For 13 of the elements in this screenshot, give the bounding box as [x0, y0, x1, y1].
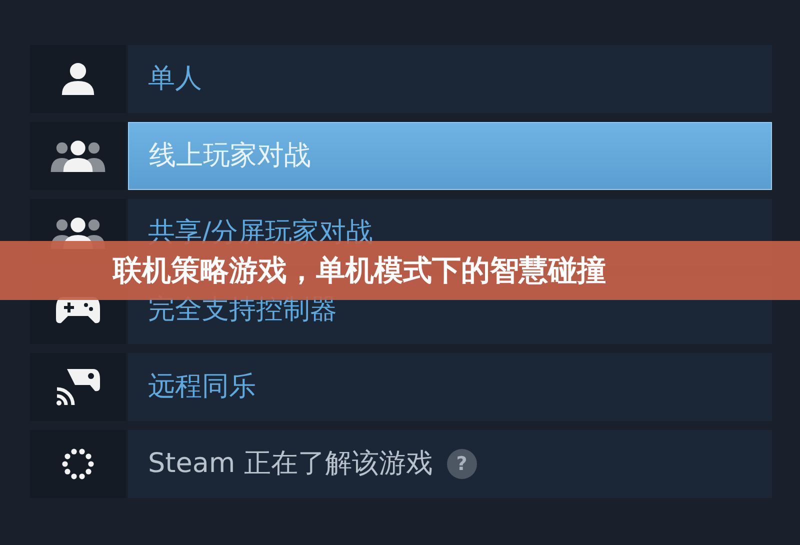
feature-label: 共享/分屏玩家对战 — [148, 216, 374, 250]
person-icon — [60, 60, 96, 98]
feature-label: Steam 正在了解该游戏 — [148, 446, 433, 481]
feature-row[interactable]: Steam 正在了解该游戏 ? — [128, 430, 772, 498]
feature-label: 远程同乐 — [148, 370, 256, 404]
help-icon[interactable]: ? — [446, 449, 477, 479]
feature-row[interactable]: 远程同乐 — [128, 353, 772, 421]
feature-label: 线上玩家对战 — [149, 138, 311, 173]
gamepad-wifi-icon — [55, 367, 101, 407]
feature-label: 完全支持控制器 — [148, 292, 337, 327]
feature-row[interactable]: 单人 — [128, 45, 772, 113]
feature-label: 单人 — [148, 62, 202, 96]
loading-icon — [60, 446, 96, 482]
